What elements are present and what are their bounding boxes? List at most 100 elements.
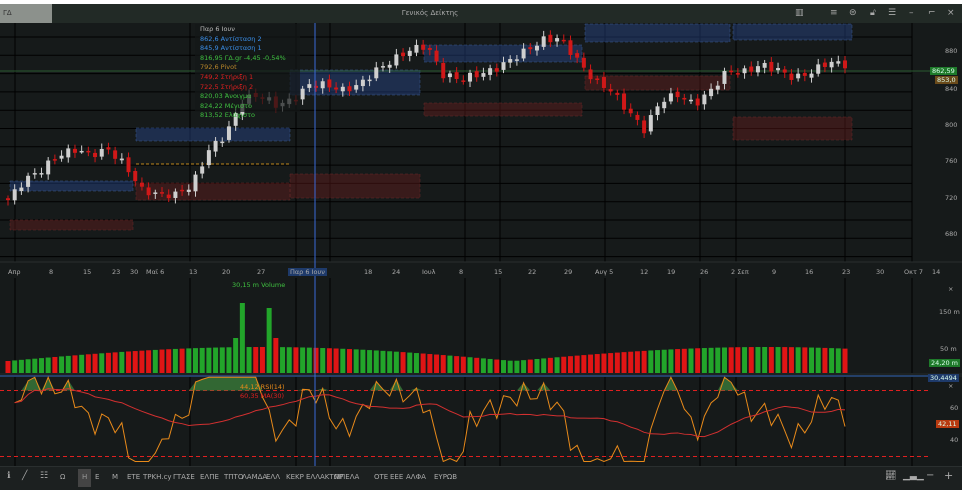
- candle: [186, 189, 191, 192]
- volume-bar: [65, 355, 71, 373]
- symbol-button[interactable]: Ω: [60, 473, 65, 481]
- candle: [407, 50, 412, 56]
- candle: [46, 160, 51, 175]
- candle: [99, 148, 104, 157]
- candle: [6, 198, 10, 201]
- volume-bar: [501, 360, 507, 373]
- symbol-button[interactable]: ΕΕΕ: [390, 473, 403, 481]
- volume-bar: [186, 348, 192, 373]
- candle: [682, 97, 687, 100]
- date-axis-tick: 8: [459, 268, 464, 276]
- grid-icon[interactable]: ☷: [40, 471, 48, 481]
- symbol-button[interactable]: ΕΛΛ: [266, 473, 280, 481]
- zoom-out-icon[interactable]: −: [926, 470, 934, 481]
- quote-icon[interactable]: ⊜: [849, 8, 857, 18]
- volume-bar: [829, 348, 835, 373]
- maximize-icon[interactable]: ⌐: [928, 8, 936, 18]
- candle: [521, 48, 526, 59]
- candle: [702, 94, 707, 105]
- info-close: 816,95 ΓΔ.gr -4,45 -0,54%: [200, 53, 286, 62]
- symbol-button[interactable]: ΟΤΕ: [374, 473, 388, 481]
- volume-bar: [728, 347, 734, 373]
- rsi-ma-line: [14, 388, 846, 438]
- volume-bar: [521, 360, 527, 373]
- candle: [816, 64, 821, 74]
- candle: [555, 38, 560, 42]
- volume-bar: [219, 347, 225, 373]
- candle: [742, 68, 747, 74]
- volume-bar: [306, 347, 312, 373]
- candle: [441, 62, 446, 79]
- symbol-button[interactable]: ΕΛΠΕ: [200, 473, 219, 481]
- volume-bar: [440, 355, 446, 373]
- symbol-button[interactable]: ΑΛΦΑ: [406, 473, 426, 481]
- symbol-button[interactable]: Μ: [112, 473, 118, 481]
- minimize-icon[interactable]: –: [909, 8, 914, 18]
- info-open: 820,03 Άνοιγμα: [200, 92, 252, 101]
- volume-bar: [822, 347, 828, 373]
- chart-area[interactable]: [0, 23, 962, 466]
- bar-chart-icon[interactable]: ▁▃▁: [903, 471, 924, 481]
- candle: [755, 66, 760, 73]
- volume-bar: [112, 352, 118, 373]
- volume-bar: [507, 360, 513, 373]
- candle: [347, 86, 352, 92]
- volume-bar: [206, 347, 212, 373]
- candle: [139, 182, 144, 187]
- date-axis-tick: 30: [876, 268, 885, 276]
- date-axis-tick: Παρ 6 Ιουν: [288, 268, 327, 276]
- symbol-tab[interactable]: ΓΔ: [0, 4, 52, 23]
- candle: [635, 114, 640, 120]
- date-axis-tick: 16: [805, 268, 814, 276]
- symbol-button[interactable]: Η: [78, 469, 92, 487]
- date-axis-tick: 24: [392, 268, 401, 276]
- symbol-button[interactable]: ΤΠΤΟ: [224, 473, 243, 481]
- candle: [648, 115, 653, 132]
- support-zone: [423, 102, 583, 117]
- lock-icon[interactable]: 🔓︎: [870, 8, 876, 18]
- rsi-label: 44,12 RSI(14): [240, 383, 285, 391]
- date-axis-tick: 14: [932, 268, 941, 276]
- candle: [394, 54, 399, 66]
- info-icon[interactable]: ℹ: [7, 471, 10, 481]
- candle: [762, 62, 767, 68]
- close-pane-icon[interactable]: ×: [948, 285, 953, 293]
- volume-bar: [614, 352, 620, 373]
- volume-bar: [226, 347, 232, 373]
- candle: [628, 108, 633, 114]
- candle: [548, 34, 553, 43]
- symbol-button[interactable]: ΕΥΡΩΒ: [434, 473, 457, 481]
- draw-line-icon[interactable]: ╱: [22, 471, 27, 481]
- volume-bar: [420, 353, 426, 373]
- volume-bar: [480, 358, 486, 373]
- symbol-button[interactable]: ΓΤΑΣΕ: [173, 473, 195, 481]
- zoom-in-icon[interactable]: +: [944, 469, 953, 482]
- volume-bar: [460, 356, 466, 373]
- candle: [588, 69, 593, 80]
- symbol-button[interactable]: ΚΕΚΡ: [286, 473, 304, 481]
- volume-bar: [333, 348, 339, 373]
- last-price-label: 862,59: [930, 67, 957, 75]
- volume-bar: [447, 355, 453, 373]
- volume-bar: [239, 303, 245, 373]
- candle: [153, 192, 158, 194]
- chart-type-icon[interactable]: 📈︎: [885, 471, 896, 481]
- date-axis-tick: 12: [640, 268, 649, 276]
- symbol-button[interactable]: Ε: [95, 473, 99, 481]
- symbol-button[interactable]: ΜΠΕΛΑ: [334, 473, 359, 481]
- candle: [501, 62, 506, 70]
- volume-bar: [293, 347, 299, 373]
- symbol-button[interactable]: ΤΡΚΗ.cy: [143, 473, 172, 481]
- chart-bars-icon[interactable]: ▥: [795, 8, 804, 18]
- symbol-button[interactable]: ΕΤΕ: [127, 473, 140, 481]
- close-icon[interactable]: ×: [947, 8, 955, 18]
- hamburger-icon[interactable]: ≡: [830, 8, 838, 18]
- symbol-button[interactable]: ΛΑΜΔΑ: [242, 473, 267, 481]
- info-date: Παρ 6 Ιουν: [200, 25, 235, 33]
- rsi-last-label: 42,11: [936, 420, 959, 428]
- close-rsi-pane-icon[interactable]: ×: [948, 382, 953, 390]
- candle: [488, 68, 493, 75]
- menu-icon[interactable]: ☰: [888, 8, 896, 18]
- candle: [447, 73, 452, 78]
- rsi-ma-label: 60,35 MA(30): [240, 392, 285, 400]
